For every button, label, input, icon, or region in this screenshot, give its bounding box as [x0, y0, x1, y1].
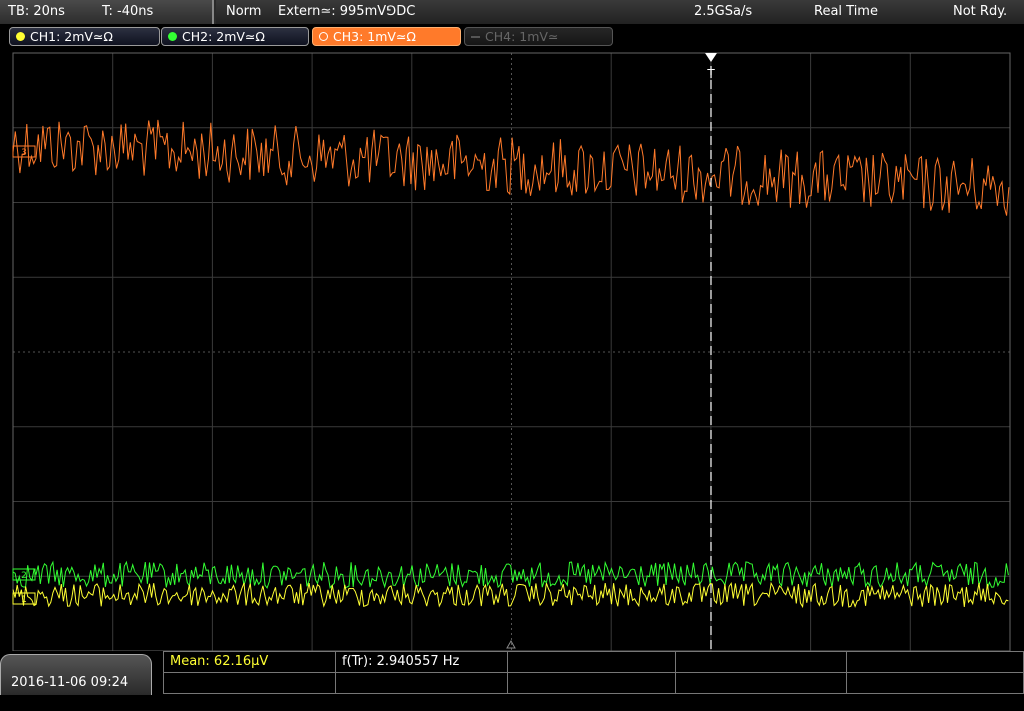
measurement-panel: Mean: 62.16µV f(Tr): 2.940557 Hz — [163, 651, 1024, 695]
channel-3-button[interactable]: CH3: 1mV≃Ω — [312, 27, 461, 46]
timebase-label: TB: 20ns — [8, 4, 65, 19]
channel-1-marker-label: 1 — [21, 595, 27, 605]
channel-3-dot-icon — [319, 32, 328, 41]
frequency-measurement[interactable]: f(Tr): 2.940557 Hz — [335, 651, 508, 673]
measurement-slot-6[interactable] — [163, 672, 336, 694]
trigger-mode[interactable]: Norm — [226, 0, 261, 24]
top-bar: TB: 20ns T: -40ns Norm Extern≃: 995mV⅁DC… — [0, 0, 1024, 24]
channel-2-label: CH2: 2mV≃Ω — [182, 29, 265, 44]
sample-rate: 2.5GSa/s — [694, 4, 753, 19]
mean-measurement[interactable]: Mean: 62.16µV — [163, 651, 336, 673]
channel-bar: CH1: 2mV≃Ω CH2: 2mV≃Ω CH3: 1mV≃Ω CH4: 1m… — [0, 24, 1024, 48]
channel-3-marker-label: 3 — [21, 148, 27, 158]
measurement-slot-4[interactable] — [675, 651, 847, 673]
trigger-label: T — [706, 67, 715, 81]
channel-4-off-icon — [471, 36, 480, 38]
status-bar: Norm Extern≃: 995mV⅁DC 2.5GSa/s Real Tim… — [216, 0, 1024, 24]
channel-4-label: CH4: 1mV≃ — [485, 29, 559, 44]
measurement-slot-7[interactable] — [335, 672, 508, 694]
date-time: 2016-11-06 09:24 — [0, 654, 152, 695]
channel-4-button[interactable]: CH4: 1mV≃ — [464, 27, 613, 46]
trigger-source[interactable]: Extern≃: 995mV⅁DC — [278, 0, 415, 24]
measurement-slot-10[interactable] — [846, 672, 1024, 694]
waveform-display[interactable]: T 3 2 1 — [0, 48, 1024, 651]
channel-1-button[interactable]: CH1: 2mV≃Ω — [9, 27, 160, 46]
channel-1-dot-icon — [16, 32, 25, 41]
trigger-time-label: T: -40ns — [102, 4, 154, 19]
measurement-slot-3[interactable] — [507, 651, 676, 673]
measurement-slot-8[interactable] — [507, 672, 676, 694]
channel-1-label: CH1: 2mV≃Ω — [30, 29, 113, 44]
channel-3-label: CH3: 1mV≃Ω — [333, 29, 416, 44]
ready-status: Not Rdy. — [953, 4, 1008, 19]
channel-2-marker-label: 2 — [21, 571, 27, 581]
acquisition-mode: Real Time — [814, 4, 878, 19]
timebase-panel[interactable]: TB: 20ns T: -40ns — [0, 0, 214, 24]
measurement-slot-9[interactable] — [675, 672, 847, 694]
measurement-slot-5[interactable] — [846, 651, 1024, 673]
channel-2-dot-icon — [168, 32, 177, 41]
channel-2-button[interactable]: CH2: 2mV≃Ω — [161, 27, 309, 46]
